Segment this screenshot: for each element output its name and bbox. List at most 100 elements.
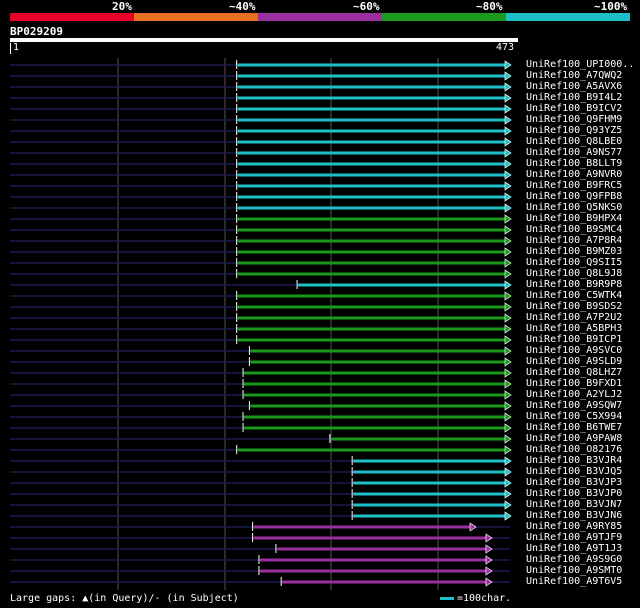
hit-label[interactable]: UniRef100_B9ICV2: [526, 103, 622, 114]
hit-row[interactable]: [10, 533, 510, 543]
hit-label[interactable]: UniRef100_Q9FPB8: [526, 191, 622, 202]
hit-label[interactable]: UniRef100_B9HPX4: [526, 213, 622, 224]
hit-label[interactable]: UniRef100_Q8L9J8: [526, 268, 622, 279]
hit-label[interactable]: UniRef100_A9SLD9: [526, 356, 622, 367]
hit-row[interactable]: [10, 335, 512, 345]
hit-label[interactable]: UniRef100_B9ICP1: [526, 334, 622, 345]
hit-row[interactable]: [10, 489, 512, 499]
hit-label[interactable]: UniRef100_B3VJQ5: [526, 466, 622, 477]
hit-row[interactable]: [10, 423, 512, 433]
hit-row[interactable]: [10, 445, 512, 455]
hit-row[interactable]: [10, 148, 512, 158]
hit-label[interactable]: UniRef100_B9FRC5: [526, 180, 622, 191]
hit-label[interactable]: UniRef100_C5X994: [526, 411, 622, 422]
hit-label[interactable]: UniRef100_B3VJN7: [526, 499, 622, 510]
hit-row[interactable]: [10, 291, 512, 301]
hit-label[interactable]: UniRef100_A9PAW8: [526, 433, 622, 444]
hit-label[interactable]: UniRef100_B9R9P8: [526, 279, 622, 290]
hit-label[interactable]: UniRef100_B9SMC4: [526, 224, 622, 235]
hit-label[interactable]: UniRef100_B9MZ03: [526, 246, 622, 257]
hit-label[interactable]: UniRef100_Q8LBE0: [526, 136, 622, 147]
hit-row[interactable]: [10, 577, 510, 587]
hit-label[interactable]: UniRef100_B9SDS2: [526, 301, 622, 312]
hit-row[interactable]: [10, 214, 512, 224]
hit-label[interactable]: UniRef100_A9TJF9: [526, 532, 622, 543]
hit-row[interactable]: [10, 500, 512, 510]
hit-arrow: [504, 148, 512, 158]
hit-row[interactable]: [10, 280, 512, 290]
hit-row[interactable]: [10, 390, 512, 400]
hit-label[interactable]: UniRef100_B3VJR4: [526, 455, 622, 466]
hit-row[interactable]: [10, 93, 512, 103]
hit-row[interactable]: [10, 313, 512, 323]
hit-row[interactable]: [10, 555, 510, 565]
hit-label[interactable]: UniRef100_A9T1J3: [526, 543, 622, 554]
hit-label[interactable]: UniRef100_Q5NKS0: [526, 202, 622, 213]
hit-label[interactable]: UniRef100_B3VJP3: [526, 477, 622, 488]
hit-label[interactable]: UniRef100_A9S9G0: [526, 554, 622, 565]
hit-row[interactable]: [10, 60, 512, 70]
hit-row[interactable]: [10, 456, 512, 466]
hit-arrow: [504, 357, 512, 367]
hit-label[interactable]: UniRef100_B8LLT9: [526, 158, 622, 169]
hit-label[interactable]: UniRef100_A5BPH3: [526, 323, 622, 334]
hit-row[interactable]: [10, 467, 512, 477]
hit-label[interactable]: UniRef100_A9NVR0: [526, 169, 622, 180]
hit-row[interactable]: [10, 401, 512, 411]
hit-label[interactable]: UniRef100_Q93YZ5: [526, 125, 622, 136]
hit-label[interactable]: UniRef100_B3VJN6: [526, 510, 622, 521]
hit-row[interactable]: [10, 302, 512, 312]
hit-row[interactable]: [10, 258, 512, 268]
hit-row[interactable]: [10, 71, 512, 81]
hit-label[interactable]: UniRef100_A9NS77: [526, 147, 622, 158]
hit-label[interactable]: UniRef100_A9SQW7: [526, 400, 622, 411]
hit-row[interactable]: [10, 225, 512, 235]
hit-row[interactable]: [10, 511, 512, 521]
hit-label[interactable]: UniRef100_A7P2U2: [526, 312, 622, 323]
hit-label[interactable]: UniRef100_Q9SII5: [526, 257, 622, 268]
hit-label[interactable]: UniRef100_A9SMT0: [526, 565, 622, 576]
hit-label[interactable]: UniRef100_B9FXD1: [526, 378, 622, 389]
hit-row[interactable]: [10, 544, 510, 554]
hit-row[interactable]: [10, 379, 512, 389]
hit-arrow: [504, 170, 512, 180]
hit-row[interactable]: [10, 115, 512, 125]
hit-row[interactable]: [10, 412, 512, 422]
hit-label[interactable]: UniRef100_A2YLJ2: [526, 389, 622, 400]
hit-label[interactable]: UniRef100_A7P8R4: [526, 235, 622, 246]
hit-label[interactable]: UniRef100_UPI000..: [526, 59, 634, 70]
hit-row[interactable]: [10, 137, 512, 147]
hit-row[interactable]: [10, 434, 512, 444]
hit-row[interactable]: [10, 368, 512, 378]
hit-row[interactable]: [10, 159, 512, 169]
hit-row[interactable]: [10, 522, 510, 532]
hit-row[interactable]: [10, 324, 512, 334]
hit-row[interactable]: [10, 192, 512, 202]
hit-row[interactable]: [10, 82, 512, 92]
hit-label[interactable]: UniRef100_A7QWQ2: [526, 70, 622, 81]
hit-row[interactable]: [10, 357, 512, 367]
hit-row[interactable]: [10, 247, 512, 257]
hit-label[interactable]: UniRef100_Q9FHM9: [526, 114, 622, 125]
hit-row[interactable]: [10, 346, 512, 356]
hit-row[interactable]: [10, 181, 512, 191]
hit-label[interactable]: UniRef100_C5WTK4: [526, 290, 622, 301]
hit-row[interactable]: [10, 478, 512, 488]
hit-label[interactable]: UniRef100_A5AVX6: [526, 81, 622, 92]
hit-label[interactable]: UniRef100_A9T6V5: [526, 576, 622, 587]
hit-row[interactable]: [10, 566, 510, 576]
hit-row[interactable]: [10, 104, 512, 114]
hit-row[interactable]: [10, 170, 512, 180]
hit-row[interactable]: [10, 269, 512, 279]
hit-label[interactable]: UniRef100_O82176: [526, 444, 622, 455]
hit-row[interactable]: [10, 236, 512, 246]
hit-label[interactable]: UniRef100_Q8LHZ7: [526, 367, 622, 378]
hit-label[interactable]: UniRef100_B3VJP0: [526, 488, 622, 499]
hit-arrow: [504, 346, 512, 356]
hit-label[interactable]: UniRef100_B6TWE7: [526, 422, 622, 433]
hit-label[interactable]: UniRef100_B9I4L2: [526, 92, 622, 103]
hit-label[interactable]: UniRef100_A9SVC0: [526, 345, 622, 356]
hit-label[interactable]: UniRef100_A9RY85: [526, 521, 622, 532]
hit-row[interactable]: [10, 203, 512, 213]
hit-row[interactable]: [10, 126, 512, 136]
